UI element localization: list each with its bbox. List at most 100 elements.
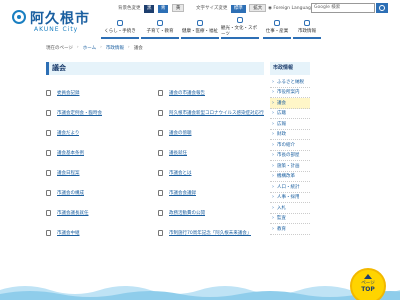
document-icon xyxy=(46,110,51,116)
list-item-label: 議会の市議会報告 xyxy=(169,91,205,96)
breadcrumb-current-label: 現在のページ xyxy=(46,46,73,51)
list-item-label: 政務活動費の公開 xyxy=(169,211,205,216)
list-item-label: 阿久根市議会新型コロナウイルス感染症対応行動などについて xyxy=(169,111,264,116)
bgcolor-label: 背景色変更 xyxy=(118,6,141,11)
list-item[interactable]: 議会日程案 xyxy=(46,170,158,180)
list-item-label: 委員会記録 xyxy=(57,91,80,96)
sidebar: 市政情報 ふるさと納税 市役所案内 議会 広聴 広報 財政 市の紹介 市長の部屋… xyxy=(270,62,310,235)
gnav-label: 仕事・産業 xyxy=(265,29,289,34)
child-icon xyxy=(157,20,163,26)
breadcrumb-administration[interactable]: 市政情報 xyxy=(106,45,124,51)
site-logo[interactable]: 阿久根市 AKUNE City xyxy=(12,8,92,36)
bgcolor-black-button[interactable]: 黒 xyxy=(143,5,155,13)
building-icon xyxy=(304,20,310,26)
breadcrumb-separator: › xyxy=(76,45,79,50)
sidebar-item-statistics[interactable]: 人口・統計 xyxy=(270,182,310,193)
gnav-item-tourism[interactable]: 観光・文化・スポーツ xyxy=(221,17,259,39)
camera-icon xyxy=(237,17,243,23)
gnav-item-health[interactable]: 健康・医療・福祉 xyxy=(181,17,219,39)
bgcolor-yellow-button[interactable]: 黄 xyxy=(171,4,185,12)
list-item[interactable]: 議会の市議会報告 xyxy=(158,90,264,100)
list-item-label: 市議会定例会・臨時会 xyxy=(57,111,102,116)
document-icon xyxy=(46,230,51,236)
list-item[interactable]: 市議会定例会・臨時会 xyxy=(46,110,158,120)
list-item[interactable]: 議会だより xyxy=(46,130,158,140)
sidebar-item-recruitment[interactable]: 人事・採用 xyxy=(270,193,310,203)
list-item-label: 議会だより xyxy=(57,131,80,136)
breadcrumb-separator: › xyxy=(127,45,130,50)
sidebar-item-public-relations[interactable]: 広報 xyxy=(270,119,310,130)
list-item-label: 市議会中継 xyxy=(57,231,80,236)
council-link-list: 委員会記録 議会の市議会報告 市議会定例会・臨時会 阿久根市議会新型コロナウイル… xyxy=(46,90,264,240)
site-header: 阿久根市 AKUNE City 背景色変更 黒 青 黄 文字サイズ変更 標準 拡… xyxy=(0,0,400,42)
home-icon xyxy=(117,20,123,26)
search-button[interactable] xyxy=(376,3,388,13)
gnav-item-administration[interactable]: 市政情報 xyxy=(293,17,321,39)
document-icon xyxy=(46,130,51,136)
sidebar-item-audit[interactable]: 監査 xyxy=(270,214,310,224)
document-icon xyxy=(158,90,163,96)
gnav-item-living[interactable]: くらし・手続き xyxy=(101,17,139,39)
document-icon xyxy=(158,150,163,156)
background-color-switcher: 背景色変更 黒 青 黄 xyxy=(118,4,185,13)
city-emblem-icon xyxy=(12,10,26,24)
list-item[interactable]: 市議会議長就任 xyxy=(46,210,158,220)
logo-subtitle: AKUNE City xyxy=(34,26,79,33)
list-item[interactable]: 市制施行70周年記念「阿久根未来議会」 xyxy=(158,230,264,240)
gnav-item-work[interactable]: 仕事・産業 xyxy=(263,17,291,39)
document-icon xyxy=(158,210,163,216)
sidebar-item-council[interactable]: 議会 xyxy=(270,98,310,109)
sidebar-item-reorganization[interactable]: 機構改革 xyxy=(270,172,310,182)
list-item[interactable]: 議会の傍聴 xyxy=(158,130,264,140)
sidebar-item-finance[interactable]: 財政 xyxy=(270,130,310,140)
global-nav-right: 仕事・産業 市政情報 xyxy=(263,17,323,39)
search-input[interactable]: Google 検索 xyxy=(311,3,375,13)
bgcolor-blue-button[interactable]: 青 xyxy=(157,5,169,13)
fontsize-label: 文字サイズ変更 xyxy=(196,6,228,11)
gnav-item-childcare[interactable]: 子育て・教育 xyxy=(141,17,179,39)
globe-icon: ◉ xyxy=(268,6,272,11)
list-item[interactable]: 委員会記録 xyxy=(46,90,158,100)
list-item[interactable]: 政務活動費の公開 xyxy=(158,210,264,220)
list-item[interactable]: 市議会中継 xyxy=(46,230,158,240)
foreign-language-link[interactable]: ◉ Foreign Language xyxy=(268,4,314,13)
list-item[interactable]: 議会基本条例 xyxy=(46,150,158,160)
gnav-label: くらし・手続き xyxy=(104,29,136,34)
sidebar-item-policy[interactable]: 施策・計画 xyxy=(270,161,310,172)
sidebar-item-mayor[interactable]: 市長の部屋 xyxy=(270,151,310,161)
main-content: 議会 委員会記録 議会の市議会報告 市議会定例会・臨時会 阿久根市議会新型コロナ… xyxy=(46,62,264,287)
font-size-switcher: 文字サイズ変更 標準 拡大 xyxy=(196,4,267,13)
fontsize-large-button[interactable]: 拡大 xyxy=(249,4,267,12)
gnav-label: 子育て・教育 xyxy=(146,29,174,34)
sidebar-title: 市政情報 xyxy=(270,62,310,75)
document-icon xyxy=(46,150,51,156)
list-item-label: 市議会議長就任 xyxy=(57,211,89,216)
sidebar-item-furusato[interactable]: ふるさと納税 xyxy=(270,77,310,88)
document-icon xyxy=(158,110,163,116)
sidebar-item-public-hearing[interactable]: 広聴 xyxy=(270,109,310,119)
list-item[interactable]: 市議会の構成 xyxy=(46,190,158,200)
document-icon xyxy=(158,190,163,196)
list-item[interactable]: 市議会とは xyxy=(158,170,264,180)
breadcrumb-home[interactable]: ホーム xyxy=(83,45,96,51)
sidebar-item-city-intro[interactable]: 市の紹介 xyxy=(270,140,310,151)
sidebar-item-bidding[interactable]: 入札 xyxy=(270,203,310,214)
document-icon xyxy=(158,170,163,176)
page-title: 議会 xyxy=(46,62,264,75)
document-icon xyxy=(46,170,51,176)
breadcrumb-council: 議会 xyxy=(133,46,143,51)
page-top-button[interactable]: ページ TOP xyxy=(350,268,386,300)
sidebar-item-education[interactable]: 教育 xyxy=(270,224,310,235)
list-item-label: 市議会会議録 xyxy=(169,191,196,196)
gnav-label: 市政情報 xyxy=(298,29,316,34)
list-item[interactable]: 議長就任 xyxy=(158,150,264,160)
fontsize-standard-button[interactable]: 標準 xyxy=(230,5,246,13)
page-top-label-top: TOP xyxy=(361,286,375,293)
list-item[interactable]: 市議会会議録 xyxy=(158,190,264,200)
document-icon xyxy=(46,90,51,96)
document-icon xyxy=(46,210,51,216)
list-item[interactable]: 阿久根市議会新型コロナウイルス感染症対応行動などについて xyxy=(158,110,264,120)
list-item-label: 議長就任 xyxy=(169,151,187,156)
sidebar-item-city-hall[interactable]: 市役所案内 xyxy=(270,88,310,98)
gnav-label: 観光・文化・スポーツ xyxy=(221,26,257,37)
